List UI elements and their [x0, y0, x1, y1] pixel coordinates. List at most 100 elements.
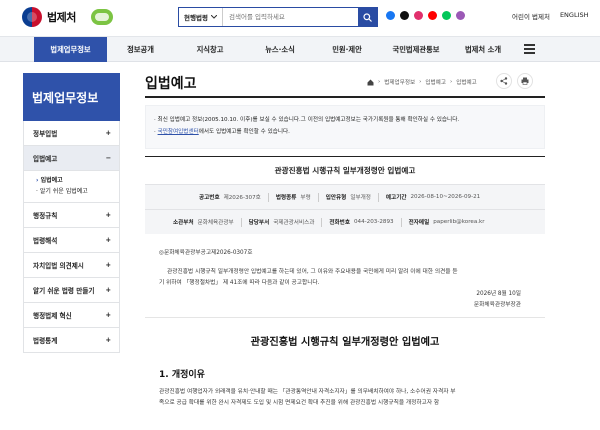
meta-label: 소관부처	[173, 220, 194, 226]
notice-info-box: 관광진흥법 시행규칙 일부개정령안 입법예고 공고번호 제2026-307호 법…	[145, 156, 545, 234]
share-button[interactable]	[496, 73, 512, 89]
print-button[interactable]	[517, 73, 533, 89]
nav-item-legislation-info[interactable]: 법제업무정보	[34, 37, 107, 62]
plus-icon: +	[105, 211, 111, 219]
chevron-down-icon	[210, 15, 217, 19]
x-icon[interactable]	[400, 11, 409, 20]
facebook-icon[interactable]	[386, 11, 395, 20]
government-emblem-icon	[22, 7, 42, 27]
page-title: 입법예고	[145, 76, 197, 92]
kids-site-link[interactable]: 어린이 법제처	[512, 11, 550, 21]
print-icon	[521, 77, 529, 85]
sidebar-submenu: › 입법예고 · 알기 쉬운 입법예고	[23, 171, 120, 203]
meta-label: 법령종류	[275, 195, 297, 201]
sidebar-item-label: 법령통계	[33, 337, 58, 345]
main-content: 입법예고 › 법제업무정보 › 입법예고 › 입법예고 · 최신 입법예고 정보…	[145, 73, 545, 406]
minus-icon: −	[105, 154, 111, 162]
title-divider	[145, 96, 545, 98]
brand-name: 법제처	[47, 11, 76, 24]
section-heading: 1. 개정이유	[159, 370, 205, 380]
sidebar-item-government-legislation[interactable]: 정부입법 +	[23, 121, 120, 146]
body-line: 기 위하여 「행정절차법」 제 41조에 따라 다음과 같이 공고합니다.	[159, 280, 320, 286]
nav-item-info-disclosure[interactable]: 정보공개	[107, 37, 174, 62]
paragraph-line: 족으로 공급 확대를 위한 완시 자격제도 도입 및 시험 면제요건 확대 추진…	[159, 400, 440, 406]
sidebar-item-label: 법령해석	[33, 237, 58, 245]
notice-meta-row: 공고번호 제2026-307호 법령종류 부령 입안유형 일부개정 예고기간 2…	[145, 184, 545, 209]
nav-item-civil-petition[interactable]: 민원·제안	[314, 37, 380, 62]
sidebar-item-label: 자치입법 의견제시	[33, 262, 84, 270]
plus-icon: +	[105, 236, 111, 244]
participation-center-link[interactable]: 국민참여입법센터	[158, 129, 199, 135]
instagram-icon[interactable]	[414, 11, 423, 20]
submenu-item-legislative-notice[interactable]: › 입법예고	[36, 175, 111, 186]
sidebar-item-legal-interpretation[interactable]: 법령해석 +	[23, 228, 120, 253]
body-line: 관광진흥법 시행규칙 일부개정령안 입법예고를 하는데 있어, 그 이유와 주요…	[167, 269, 458, 275]
meta-value: 국제관광서비스과	[273, 220, 315, 226]
plus-icon: +	[105, 261, 111, 269]
breadcrumb-item[interactable]: 입법예고	[425, 78, 446, 86]
notice-meta-row: 소관부처 문화체육관광부 담당부서 국제관광서비스과 전화번호 044-203-…	[145, 209, 545, 234]
meta-label: 입안유형	[325, 195, 347, 201]
search-input[interactable]	[223, 8, 358, 26]
main-navigation: 법제업무정보 정보공개 지식창고 뉴스·소식 민원·제안 국민법제관통보 법제처…	[0, 36, 600, 62]
notice-box: · 최신 입법예고 정보(2005.10.10. 이후)를 보실 수 있습니다.…	[145, 105, 545, 149]
breadcrumb-item[interactable]: 입법예고	[456, 78, 477, 86]
plus-icon: +	[105, 286, 111, 294]
sidebar-item-law-statistics[interactable]: 법령통계 +	[23, 328, 120, 353]
meta-value: 일부개정	[350, 195, 371, 201]
submenu-item-easy-notice[interactable]: · 알기 쉬운 입법예고	[36, 186, 111, 197]
notice-line: · 국민참여입법센터에서도 입법예고를 확인할 수 있습니다.	[154, 129, 290, 135]
mascot-icon	[90, 9, 113, 25]
meta-label: 공고번호	[199, 195, 220, 201]
plus-icon: +	[105, 311, 111, 319]
search-button[interactable]	[358, 8, 377, 26]
meta-label: 담당부서	[248, 220, 270, 226]
sidebar-item-administrative-innovation[interactable]: 행정법제 혁신 +	[23, 303, 120, 328]
plus-icon: +	[105, 336, 111, 344]
meta-label: 전자메일	[408, 220, 430, 226]
sidebar-item-local-legislation[interactable]: 자치입법 의견제시 +	[23, 253, 120, 278]
home-icon[interactable]	[367, 79, 374, 86]
youtube-icon[interactable]	[428, 11, 437, 20]
breadcrumb: › 법제업무정보 › 입법예고 › 입법예고	[367, 78, 477, 86]
meta-value: 문화체육관광부	[197, 220, 234, 226]
sidebar-item-legislative-notice[interactable]: 입법예고 −	[23, 146, 120, 171]
notice-body: ◎문화체육관광부공고제2026-0307호 관광진흥법 시행규칙 일부개정령안 …	[159, 248, 539, 289]
meta-value: 2026-08-10~2026-09-21	[410, 194, 481, 200]
share-icon	[500, 77, 508, 85]
english-link[interactable]: ENGLISH	[560, 11, 589, 21]
sidebar-item-label: 알기 쉬운 법령 만들기	[33, 287, 95, 295]
signature-block: 2026년 8월 10일 문화체육관광부장관	[145, 289, 521, 311]
section-divider	[145, 317, 545, 318]
nav-item-citizen-legislator[interactable]: 국민법제관통보	[380, 37, 452, 62]
notice-title: 관광진흥법 시행규칙 일부개정령안 입법예고	[274, 166, 416, 175]
notice-line: · 최신 입법예고 정보(2005.10.10. 이후)를 보실 수 있습니다.…	[154, 117, 460, 123]
sidebar-item-label: 행정규칙	[33, 212, 58, 220]
site-logo[interactable]: 법제처	[22, 7, 113, 27]
breadcrumb-item[interactable]: 법제업무정보	[384, 78, 415, 86]
document-title: 관광진흥법 시행규칙 일부개정령안 입법예고	[250, 337, 440, 348]
nav-item-about[interactable]: 법제처 소개	[452, 37, 514, 62]
search-scope-select[interactable]: 현행법령	[179, 8, 223, 26]
top-links: 어린이 법제처 ENGLISH	[512, 11, 589, 21]
search-scope-label: 현행법령	[184, 14, 208, 22]
sidebar-item-administrative-rules[interactable]: 행정규칙 +	[23, 203, 120, 228]
email-link[interactable]: paperlib@korea.kr	[433, 219, 484, 225]
sidebar-item-easy-laws[interactable]: 알기 쉬운 법령 만들기 +	[23, 278, 120, 303]
meta-value: 부령	[300, 195, 311, 201]
meta-label: 전화번호	[329, 220, 350, 226]
notice-issuer: 문화체육관광부장관	[473, 302, 521, 308]
plus-icon: +	[105, 129, 111, 137]
meta-value: 044-203-2893	[353, 219, 394, 225]
sidebar-item-label: 행정법제 혁신	[33, 312, 72, 320]
kakao-icon[interactable]	[456, 11, 465, 20]
meta-value: 제2026-307호	[223, 195, 261, 201]
page-tools	[496, 73, 533, 89]
search-bar: 현행법령	[178, 7, 378, 27]
nav-item-news[interactable]: 뉴스·소식	[246, 37, 314, 62]
blog-icon[interactable]	[442, 11, 451, 20]
sns-links	[386, 11, 465, 20]
nav-item-knowledge[interactable]: 지식창고	[174, 37, 246, 62]
site-header: 법제처 현행법령 어린이 법제처 ENGLISH	[0, 0, 600, 36]
menu-icon[interactable]	[524, 44, 535, 54]
